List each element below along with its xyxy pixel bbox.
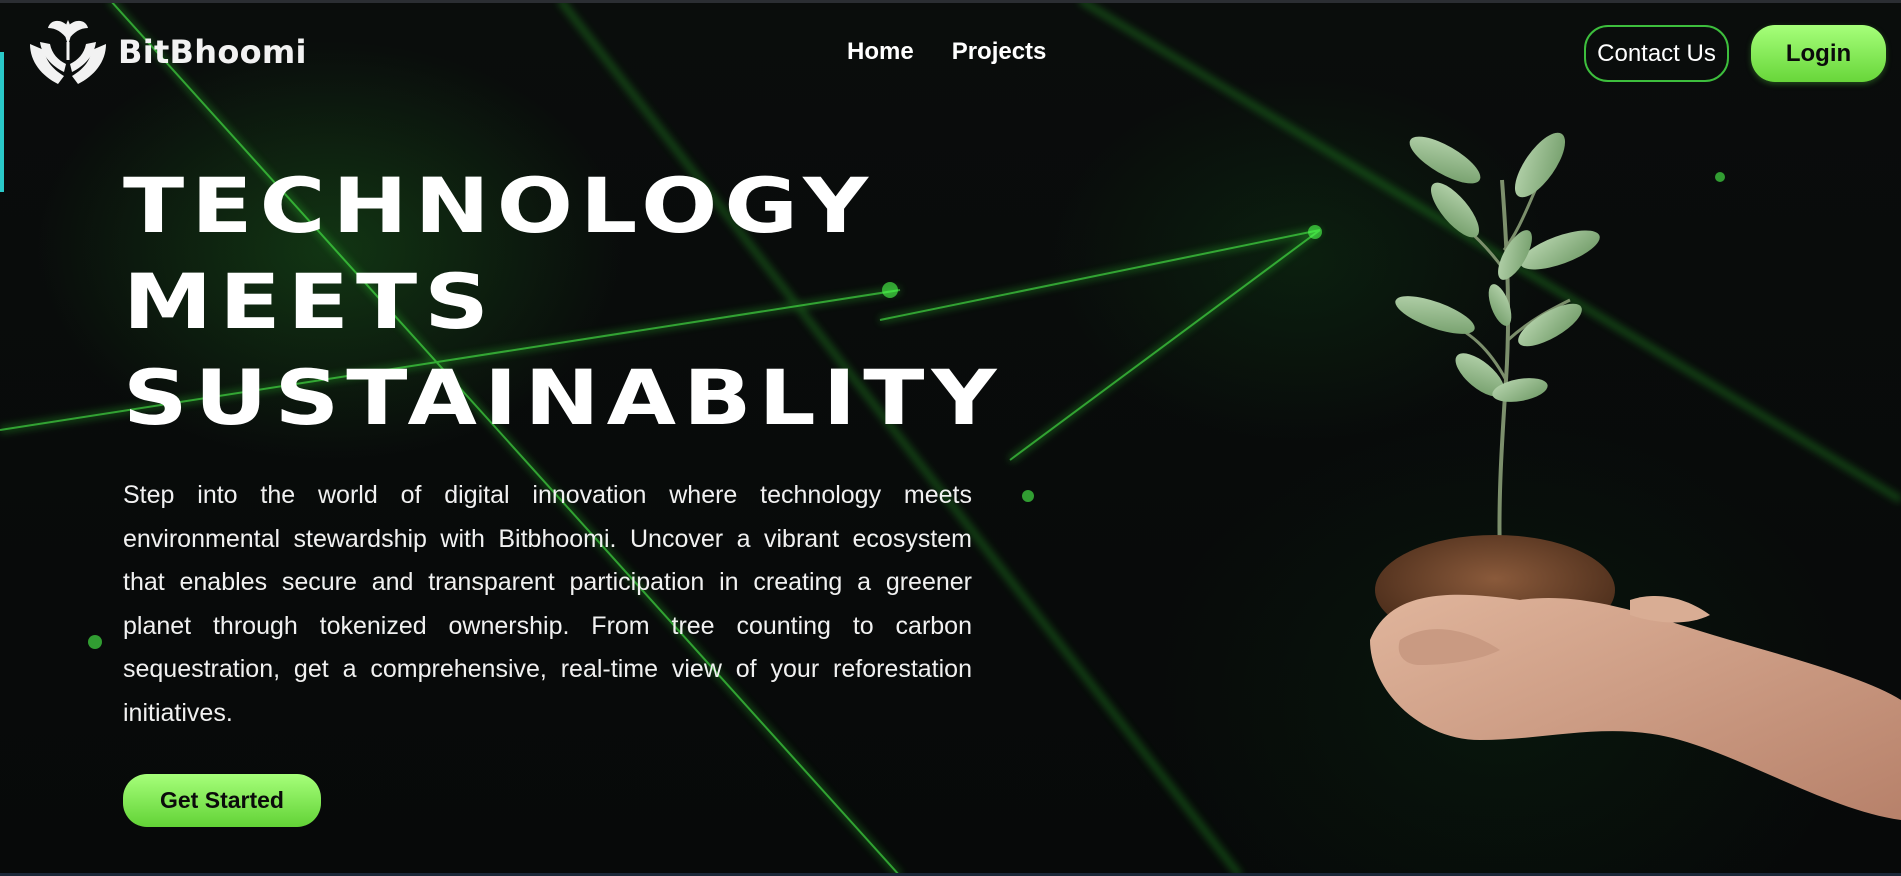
brand-name: BitBhoomi (118, 33, 307, 71)
hero-headline: TECHNOLOGY MEETS SUSTAINABLITY (123, 158, 1185, 446)
headline-line-3: SUSTAINABLITY (123, 353, 1004, 442)
hands-holding-seedling-icon (1370, 132, 1901, 820)
headline-line-2: MEETS (123, 257, 496, 346)
login-button[interactable]: Login (1751, 25, 1886, 82)
brand-logo[interactable]: BitBhoomi (24, 14, 307, 90)
headline-line-1: TECHNOLOGY (123, 161, 876, 250)
hero-description: Step into the world of digital innovatio… (123, 481, 972, 727)
scroll-indicator (0, 52, 4, 192)
nav-home-link[interactable]: Home (847, 38, 914, 66)
main-nav: Home Projects (847, 38, 1046, 66)
nav-projects-link[interactable]: Projects (952, 38, 1047, 66)
hero-section: BitBhoomi Home Projects Contact Us Login… (0, 0, 1901, 876)
hands-holding-sprout-icon (30, 20, 106, 84)
contact-us-button[interactable]: Contact Us (1584, 25, 1729, 82)
top-edge (0, 0, 1901, 3)
get-started-button[interactable]: Get Started (123, 774, 321, 827)
